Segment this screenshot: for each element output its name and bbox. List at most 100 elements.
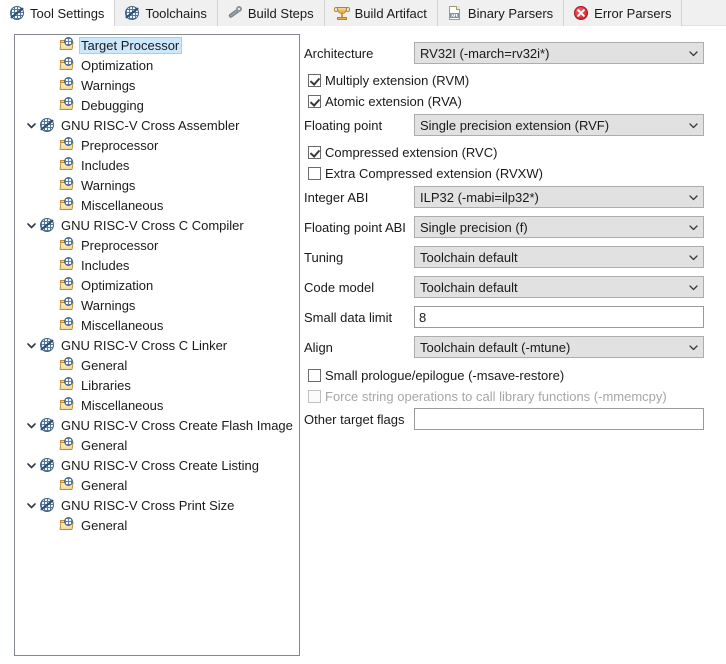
tree-item-warnings[interactable]: Warnings xyxy=(15,295,299,315)
tab-tool-settings[interactable]: Tool Settings xyxy=(0,0,116,26)
combobox-align[interactable]: Toolchain default (-mtune) xyxy=(414,336,704,358)
tree-item-preprocessor[interactable]: Preprocessor xyxy=(15,235,299,255)
tree-item-miscellaneous[interactable]: Miscellaneous xyxy=(15,315,299,335)
tree-item-label: Includes xyxy=(81,257,130,273)
chevron-down-icon[interactable] xyxy=(23,455,39,475)
tree-item-libraries[interactable]: Libraries xyxy=(15,375,299,395)
checkbox-label: Multiply extension (RVM) xyxy=(325,72,470,88)
chevron-down-icon[interactable] xyxy=(685,48,701,59)
field-label-integer-abi: Integer ABI xyxy=(304,189,369,205)
tree-item-preprocessor[interactable]: Preprocessor xyxy=(15,135,299,155)
globe-icon xyxy=(124,5,140,21)
chevron-down-icon[interactable] xyxy=(685,342,701,353)
tree-item-optimization[interactable]: Optimization xyxy=(15,275,299,295)
tree-item-optimization[interactable]: Optimization xyxy=(15,55,299,75)
tree-item-miscellaneous[interactable]: Miscellaneous xyxy=(15,195,299,215)
tree-expander-spacer xyxy=(43,175,59,195)
combobox-value: Single precision extension (RVF) xyxy=(420,117,610,133)
tree-item-gnu-risc-v-cross-c-compiler[interactable]: GNU RISC-V Cross C Compiler xyxy=(15,215,299,235)
checkbox-row-multiply-extension-rvm[interactable]: Multiply extension (RVM) xyxy=(308,70,469,90)
tree-item-target-processor[interactable]: Target Processor xyxy=(15,35,299,55)
checkbox-row-force-string-operations-to-call-library-functions-mmemcpy: Force string operations to call library … xyxy=(308,386,667,406)
tree-item-general[interactable]: General xyxy=(15,475,299,495)
globe-icon xyxy=(39,457,55,473)
folder-icon xyxy=(59,477,75,493)
tab-build-artifact[interactable]: Build Artifact xyxy=(324,0,438,26)
tree-item-label: Includes xyxy=(81,157,130,173)
folder-icon xyxy=(59,157,75,173)
tree-item-general[interactable]: General xyxy=(15,435,299,455)
tab-label: Build Artifact xyxy=(354,5,427,21)
folder-icon xyxy=(59,517,75,533)
chevron-down-icon[interactable] xyxy=(685,222,701,233)
tab-error-parsers[interactable]: Error Parsers xyxy=(564,0,683,26)
field-label-other-target-flags: Other target flags xyxy=(304,411,405,427)
error-circle-icon xyxy=(573,5,589,21)
tab-build-steps[interactable]: Build Steps xyxy=(217,0,325,26)
folder-icon xyxy=(59,197,75,213)
folder-icon xyxy=(59,257,75,273)
combobox-floating-point[interactable]: Single precision extension (RVF) xyxy=(414,114,704,136)
tree-item-warnings[interactable]: Warnings xyxy=(15,75,299,95)
combobox-architecture[interactable]: RV32I (-march=rv32i*) xyxy=(414,42,704,64)
settings-category-tree[interactable]: Target Processor Optimization Warnings Debu… xyxy=(14,34,300,656)
tree-item-gnu-risc-v-cross-create-flash-image[interactable]: GNU RISC-V Cross Create Flash Image xyxy=(15,415,299,435)
checkbox-atomic-extension-rva[interactable] xyxy=(308,94,321,108)
tree-item-gnu-risc-v-cross-assembler[interactable]: GNU RISC-V Cross Assembler xyxy=(15,115,299,135)
combobox-value: Toolchain default xyxy=(420,279,518,295)
chevron-down-icon[interactable] xyxy=(23,115,39,135)
chevron-down-icon[interactable] xyxy=(685,282,701,293)
tab-toolchains[interactable]: Toolchains xyxy=(115,0,218,26)
folder-icon xyxy=(59,357,75,373)
tree-item-label: Warnings xyxy=(81,77,136,93)
tree-item-general[interactable]: General xyxy=(15,515,299,535)
tree-item-label: General xyxy=(81,437,128,453)
folder-icon xyxy=(59,437,75,453)
chevron-down-icon[interactable] xyxy=(685,192,701,203)
chevron-down-icon[interactable] xyxy=(685,252,701,263)
checkbox-compressed-extension-rvc[interactable] xyxy=(308,145,321,159)
text-input-other-target-flags[interactable] xyxy=(414,408,704,430)
checkbox-row-compressed-extension-rvc[interactable]: Compressed extension (RVC) xyxy=(308,142,497,162)
tree-item-general[interactable]: General xyxy=(15,355,299,375)
tree-item-includes[interactable]: Includes xyxy=(15,155,299,175)
field-row-tuning: Tuning Toolchain default xyxy=(304,246,704,268)
combobox-tuning[interactable]: Toolchain default xyxy=(414,246,704,268)
checkbox-multiply-extension-rvm[interactable] xyxy=(308,73,321,87)
chevron-down-icon[interactable] xyxy=(23,415,39,435)
tree-item-miscellaneous[interactable]: Miscellaneous xyxy=(15,395,299,415)
chevron-down-icon[interactable] xyxy=(23,215,39,235)
text-input-value: 8 xyxy=(419,309,427,325)
combobox-floating-point-abi[interactable]: Single precision (f) xyxy=(414,216,704,238)
chevron-down-icon[interactable] xyxy=(685,120,701,131)
checkbox-row-atomic-extension-rva[interactable]: Atomic extension (RVA) xyxy=(308,91,462,111)
tree-expander-spacer xyxy=(43,475,59,495)
chevron-down-icon[interactable] xyxy=(23,335,39,355)
checkbox-extra-compressed-extension-rvxw[interactable] xyxy=(308,166,321,180)
checkbox-row-extra-compressed-extension-rvxw[interactable]: Extra Compressed extension (RVXW) xyxy=(308,163,543,183)
folder-icon xyxy=(59,397,75,413)
tree-item-warnings[interactable]: Warnings xyxy=(15,175,299,195)
chevron-down-icon[interactable] xyxy=(23,495,39,515)
globe-icon xyxy=(9,5,25,21)
tree-expander-spacer xyxy=(43,155,59,175)
checkbox-small-prologue-epilogue-msave-restore[interactable] xyxy=(308,368,321,382)
tree-item-label: Warnings xyxy=(81,177,136,193)
tree-expander-spacer xyxy=(43,255,59,275)
tree-expander-spacer xyxy=(43,235,59,255)
text-input-small-data-limit[interactable]: 8 xyxy=(414,306,704,328)
tree-item-label: Preprocessor xyxy=(81,137,159,153)
tree-item-gnu-risc-v-cross-create-listing[interactable]: GNU RISC-V Cross Create Listing xyxy=(15,455,299,475)
checkbox-label: Extra Compressed extension (RVXW) xyxy=(325,165,543,181)
tree-expander-spacer xyxy=(43,515,59,535)
tree-item-gnu-risc-v-cross-c-linker[interactable]: GNU RISC-V Cross C Linker xyxy=(15,335,299,355)
checkbox-row-small-prologue-epilogue-msave-restore[interactable]: Small prologue/epilogue (-msave-restore) xyxy=(308,365,564,385)
tree-item-gnu-risc-v-cross-print-size[interactable]: GNU RISC-V Cross Print Size xyxy=(15,495,299,515)
combobox-code-model[interactable]: Toolchain default xyxy=(414,276,704,298)
checkbox-force-string-operations-to-call-library-functions-mmemcpy xyxy=(308,389,321,403)
combobox-value: Single precision (f) xyxy=(420,219,528,235)
tab-binary-parsers[interactable]: 010Binary Parsers xyxy=(437,0,565,26)
tree-item-debugging[interactable]: Debugging xyxy=(15,95,299,115)
combobox-integer-abi[interactable]: ILP32 (-mabi=ilp32*) xyxy=(414,186,704,208)
tree-item-includes[interactable]: Includes xyxy=(15,255,299,275)
